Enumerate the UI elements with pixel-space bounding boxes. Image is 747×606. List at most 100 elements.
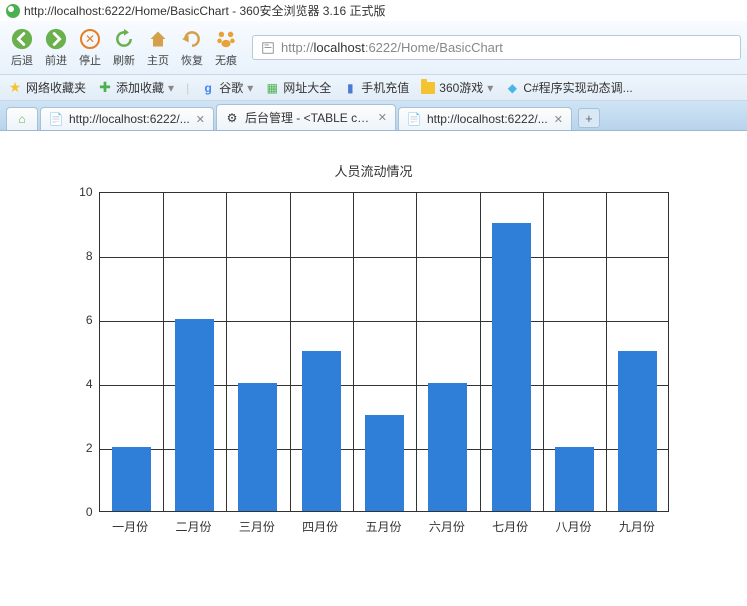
refresh-icon — [112, 27, 136, 51]
gridline-v — [543, 193, 544, 511]
x-tick-label: 九月份 — [619, 518, 655, 564]
x-tick-label: 八月份 — [555, 518, 591, 564]
back-icon — [10, 27, 34, 51]
stop-button[interactable]: 停止 — [74, 25, 106, 70]
bookmark-csharp[interactable]: ◆ C#程序实现动态调... — [505, 79, 632, 96]
restore-label: 恢复 — [181, 52, 203, 68]
x-tick-label: 一月份 — [112, 518, 148, 564]
gridline-v — [606, 193, 607, 511]
chevron-down-icon: ▾ — [487, 81, 493, 95]
grid-icon: ▦ — [265, 81, 279, 95]
gridline-v — [353, 193, 354, 511]
bookmark-recharge[interactable]: ▮ 手机充值 — [343, 79, 409, 96]
gridline-v — [290, 193, 291, 511]
y-tick-label: 10 — [59, 185, 93, 199]
diamond-icon: ◆ — [505, 81, 519, 95]
forward-icon — [44, 27, 68, 51]
bookmark-games[interactable]: 360游戏 ▾ — [421, 79, 493, 96]
bar — [555, 447, 594, 511]
bar — [238, 383, 277, 511]
restore-icon — [180, 27, 204, 51]
home-button[interactable]: 主页 — [142, 25, 174, 70]
gridline-v — [226, 193, 227, 511]
tab-2[interactable]: 📄 http://localhost:6222/... ✕ — [398, 107, 572, 130]
x-tick-label: 二月份 — [175, 518, 211, 564]
chart-container: 人员流动情况 0 2 4 6 8 10 一月份二月份三月份四月份五月份六月份七月份八月份九月… — [0, 131, 747, 562]
address-bar[interactable]: http://localhost:6222/Home/BasicChart — [252, 35, 741, 60]
app-favicon — [6, 4, 20, 18]
plot-area — [99, 192, 669, 512]
refresh-button[interactable]: 刷新 — [108, 25, 140, 70]
tab-label: http://localhost:6222/... — [427, 112, 548, 126]
bar — [618, 351, 657, 511]
bar — [112, 447, 151, 511]
bookmark-sites[interactable]: ▦ 网址大全 — [265, 79, 331, 96]
star-icon: ★ — [8, 81, 22, 95]
incognito-button[interactable]: 无痕 — [210, 25, 242, 70]
tab-0[interactable]: 📄 http://localhost:6222/... ✕ — [40, 107, 214, 130]
x-tick-label: 五月份 — [365, 518, 401, 564]
forward-label: 前进 — [45, 52, 67, 68]
back-button[interactable]: 后退 — [6, 25, 38, 70]
tab-home[interactable]: ⌂ — [6, 107, 38, 130]
chart-title: 人员流动情况 — [30, 161, 717, 180]
tab-1[interactable]: ⚙ 后台管理 - <TABLE cel... ✕ — [216, 104, 396, 130]
incognito-label: 无痕 — [215, 52, 237, 68]
phone-icon: ▮ — [343, 81, 357, 95]
window-title: http://localhost:6222/Home/BasicChart - … — [24, 2, 385, 19]
gear-icon: ⚙ — [225, 111, 239, 125]
add-star-icon: ✚ — [98, 81, 112, 95]
close-icon[interactable]: ✕ — [378, 111, 387, 124]
x-tick-label: 三月份 — [239, 518, 275, 564]
page-icon: 📄 — [49, 112, 63, 126]
x-tick-label: 六月份 — [429, 518, 465, 564]
bookmarks-bar: ★ 网络收藏夹 ✚ 添加收藏 ▾ | g 谷歌 ▾ ▦ 网址大全 ▮ 手机充值 … — [0, 75, 747, 101]
close-icon[interactable]: ✕ — [196, 113, 205, 126]
bar — [302, 351, 341, 511]
stop-label: 停止 — [79, 52, 101, 68]
stop-icon — [78, 27, 102, 51]
back-label: 后退 — [11, 52, 33, 68]
gridline-h — [100, 257, 668, 258]
google-icon: g — [201, 81, 215, 95]
folder-icon — [421, 81, 435, 95]
bar — [428, 383, 467, 511]
url-text: http://localhost:6222/Home/BasicChart — [281, 40, 503, 55]
y-tick-label: 2 — [59, 441, 93, 455]
y-tick-label: 4 — [59, 377, 93, 391]
window-titlebar: http://localhost:6222/Home/BasicChart - … — [0, 0, 747, 21]
refresh-label: 刷新 — [113, 52, 135, 68]
chart: 0246810一月份二月份三月份四月份五月份六月份七月份八月份九月份 — [59, 192, 689, 542]
page-icon: 📄 — [407, 112, 421, 126]
gridline-v — [416, 193, 417, 511]
tab-label: 后台管理 - <TABLE cel... — [245, 109, 372, 126]
main-toolbar: 后退 前进 停止 刷新 主页 恢复 无痕 — [0, 21, 747, 75]
tab-strip: ⌂ 📄 http://localhost:6222/... ✕ ⚙ 后台管理 -… — [0, 101, 747, 131]
y-tick-label: 0 — [59, 505, 93, 519]
chevron-down-icon: ▾ — [168, 81, 174, 95]
bar — [175, 319, 214, 511]
new-tab-button[interactable]: + — [578, 108, 600, 128]
favorites-label: 网络收藏夹 — [26, 79, 86, 96]
bookmark-google[interactable]: g 谷歌 ▾ — [201, 79, 253, 96]
home-label: 主页 — [147, 52, 169, 68]
home-tab-icon: ⌂ — [15, 112, 29, 126]
close-icon[interactable]: ✕ — [554, 113, 563, 126]
page-icon — [261, 41, 275, 55]
bar — [492, 223, 531, 511]
add-favorite-button[interactable]: ✚ 添加收藏 ▾ — [98, 79, 174, 96]
x-tick-label: 四月份 — [302, 518, 338, 564]
forward-button[interactable]: 前进 — [40, 25, 72, 70]
paw-icon — [214, 27, 238, 51]
y-tick-label: 8 — [59, 249, 93, 263]
favorites-button[interactable]: ★ 网络收藏夹 — [8, 79, 86, 96]
separator: | — [186, 81, 189, 95]
home-icon — [146, 27, 170, 51]
plus-icon: + — [585, 111, 593, 126]
restore-button[interactable]: 恢复 — [176, 25, 208, 70]
bar — [365, 415, 404, 511]
x-tick-label: 七月份 — [492, 518, 528, 564]
y-tick-label: 6 — [59, 313, 93, 327]
tab-label: http://localhost:6222/... — [69, 112, 190, 126]
add-favorite-label: 添加收藏 — [116, 79, 164, 96]
